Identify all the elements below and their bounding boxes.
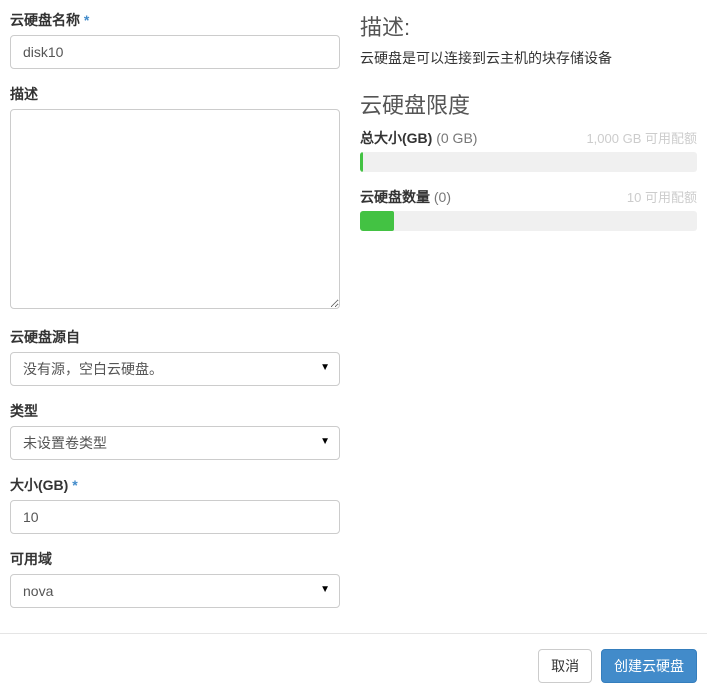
type-select[interactable]: 未设置卷类型 — [10, 426, 340, 460]
size-label-text: 大小(GB) — [10, 477, 68, 493]
size-label: 大小(GB) * — [10, 475, 340, 495]
source-label: 云硬盘源自 — [10, 327, 340, 347]
desc-label: 描述 — [10, 84, 340, 104]
quota-progress-bar — [360, 152, 363, 172]
quota-avail: 1,000 GB 可用配额 — [586, 128, 697, 147]
quota-progress — [360, 211, 697, 231]
quota-row: 云硬盘数量 (0) 10 可用配额 — [360, 187, 697, 231]
source-select[interactable]: 没有源，空白云硬盘。 — [10, 352, 340, 386]
type-label: 类型 — [10, 401, 340, 421]
az-label: 可用域 — [10, 549, 340, 569]
limits-title: 云硬盘限度 — [360, 88, 697, 120]
name-label: 云硬盘名称 * — [10, 10, 340, 30]
submit-button[interactable]: 创建云硬盘 — [601, 649, 697, 683]
quota-progress — [360, 152, 697, 172]
quota-name: 总大小(GB) — [360, 130, 432, 146]
quota-progress-bar — [360, 211, 394, 231]
size-input[interactable] — [10, 500, 340, 534]
desc-title: 描述: — [360, 10, 697, 42]
quota-current: (0 GB) — [436, 130, 477, 146]
quota-current: (0) — [434, 189, 451, 205]
required-mark: * — [72, 477, 77, 493]
desc-textarea[interactable] — [10, 109, 340, 309]
required-mark: * — [84, 12, 89, 28]
name-label-text: 云硬盘名称 — [10, 12, 80, 28]
cancel-button[interactable]: 取消 — [538, 649, 592, 683]
name-input[interactable] — [10, 35, 340, 69]
az-select[interactable]: nova — [10, 574, 340, 608]
desc-text: 云硬盘是可以连接到云主机的块存储设备 — [360, 48, 697, 68]
quota-avail: 10 可用配额 — [627, 187, 697, 206]
quota-name: 云硬盘数量 — [360, 189, 430, 205]
quota-row: 总大小(GB) (0 GB) 1,000 GB 可用配额 — [360, 128, 697, 172]
